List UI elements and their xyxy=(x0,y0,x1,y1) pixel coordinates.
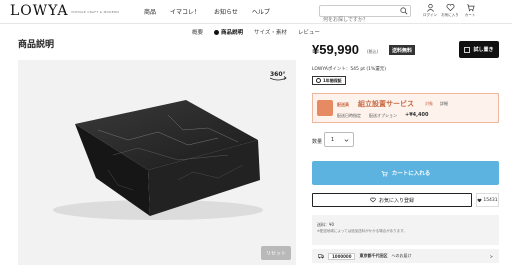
active-tab-dot-icon xyxy=(214,29,220,35)
heart-outline-icon xyxy=(370,197,376,203)
tab-overview[interactable]: 概要 xyxy=(192,28,203,36)
add-to-cart-label: カートに入れる xyxy=(391,171,431,177)
cart-button-icon xyxy=(381,170,388,177)
delivery-destination[interactable]: 1000000 東京都千代田区 へのお届け > xyxy=(312,249,499,263)
product-viewer[interactable]: 360° リセット xyxy=(18,60,296,265)
quantity-value: 1 xyxy=(331,136,335,143)
favorites-count-value: 15431 xyxy=(483,197,498,203)
tab-size-material[interactable]: サイズ・素材 xyxy=(254,28,287,36)
free-shipping-badge: 送料無料 xyxy=(389,45,416,55)
search-input[interactable] xyxy=(320,15,400,25)
cube-icon xyxy=(464,46,471,53)
zip-code: 1000000 xyxy=(328,252,356,260)
heart-icon xyxy=(446,4,454,12)
tax-label: (税込) xyxy=(367,49,379,54)
login-label: ログイン xyxy=(423,13,437,17)
warranty-badge: 1年間保証 xyxy=(312,76,346,85)
nav-item-imakore[interactable]: イマコレ！ xyxy=(170,7,200,16)
price: ¥59,990 xyxy=(312,42,359,57)
rotate-360-icon[interactable]: 360° xyxy=(268,68,288,82)
chevron-down-icon xyxy=(344,139,349,142)
try-placement-label: 試し置き xyxy=(473,47,494,53)
add-to-cart-button[interactable]: カートに入れる xyxy=(312,161,499,185)
shipping-fee-text: 送料：¥0 xyxy=(317,222,335,227)
search-box xyxy=(319,5,411,25)
cart-header-button[interactable]: カート xyxy=(463,3,477,18)
tab-description-label: 商品説明 xyxy=(221,30,244,36)
tab-description[interactable]: 商品説明 xyxy=(214,28,243,36)
search-icon[interactable] xyxy=(400,7,408,15)
assembly-target: 対象 xyxy=(425,101,433,106)
assembly-price: +¥4,400 xyxy=(405,112,429,118)
warranty-label: 1年間保証 xyxy=(323,77,342,83)
tools-icon xyxy=(317,100,333,116)
shield-icon xyxy=(316,78,321,83)
nav-item-products[interactable]: 商品 xyxy=(144,7,156,16)
assembly-date-label: 配送日時指定 xyxy=(337,113,361,118)
assembly-title: 組立設置サービス xyxy=(358,100,414,108)
shipping-info-box: 送料：¥0 ※配送地域によっては追加送料がかかる場合があります。 xyxy=(312,215,499,245)
quantity-select[interactable]: 1 xyxy=(324,132,354,147)
truck-icon xyxy=(318,254,324,259)
nav-item-news[interactable]: お知らせ xyxy=(214,7,238,16)
assembly-service-box[interactable]: 配送員 組立設置サービス 対象 詳細 配送日時指定 配送オプション +¥4,40… xyxy=(312,93,499,123)
assembly-details-link[interactable]: 詳細 xyxy=(440,101,448,107)
delivery-address: 東京都千代田区 xyxy=(359,253,388,258)
add-to-favorites-label: お気に入り登録 xyxy=(378,197,414,204)
product-image xyxy=(53,100,263,220)
favorites-count: 15431 xyxy=(476,193,499,207)
login-icon xyxy=(426,3,434,12)
site-header: LOWYA VINTAGE CRAFT & MODERN 商品 イマコレ！ お知… xyxy=(0,0,512,25)
logo-subtitle: VINTAGE CRAFT & MODERN xyxy=(71,10,119,14)
points-text: LOWYAポイント：545 pt (1%還元) xyxy=(312,67,387,72)
product-tabs: 概要 商品説明 サイズ・素材 レビュー xyxy=(192,28,320,36)
header-icons: ログイン お気に入り カート xyxy=(423,3,477,18)
logo[interactable]: LOWYA xyxy=(10,3,68,19)
quantity-label: 数量 xyxy=(312,139,323,145)
assembly-label: 配送員 xyxy=(337,102,349,107)
try-placement-button[interactable]: 試し置き xyxy=(459,41,499,58)
rotate-360-label: 360° xyxy=(270,71,286,78)
reset-button[interactable]: リセット xyxy=(261,246,291,260)
cart-icon xyxy=(466,4,475,12)
chevron-right-icon: > xyxy=(489,253,493,259)
tab-reviews[interactable]: レビュー xyxy=(298,28,320,36)
assembly-option-label: 配送オプション xyxy=(369,113,397,118)
shipping-note-text: ※配送地域によっては追加送料がかかる場合があります。 xyxy=(317,229,407,233)
nav-item-help[interactable]: ヘルプ xyxy=(252,7,270,16)
favorites-button[interactable]: お気に入り xyxy=(441,3,459,18)
cart-label: カート xyxy=(464,13,476,17)
favorites-label: お気に入り xyxy=(441,13,459,17)
add-to-favorites-button[interactable]: お気に入り登録 xyxy=(312,193,472,207)
login-button[interactable]: ログイン xyxy=(423,3,437,18)
main-nav: 商品 イマコレ！ お知らせ ヘルプ xyxy=(144,7,270,16)
heart-small-icon xyxy=(477,198,482,202)
section-title: 商品説明 xyxy=(18,40,55,50)
delivery-suffix: へのお届け xyxy=(391,253,412,258)
